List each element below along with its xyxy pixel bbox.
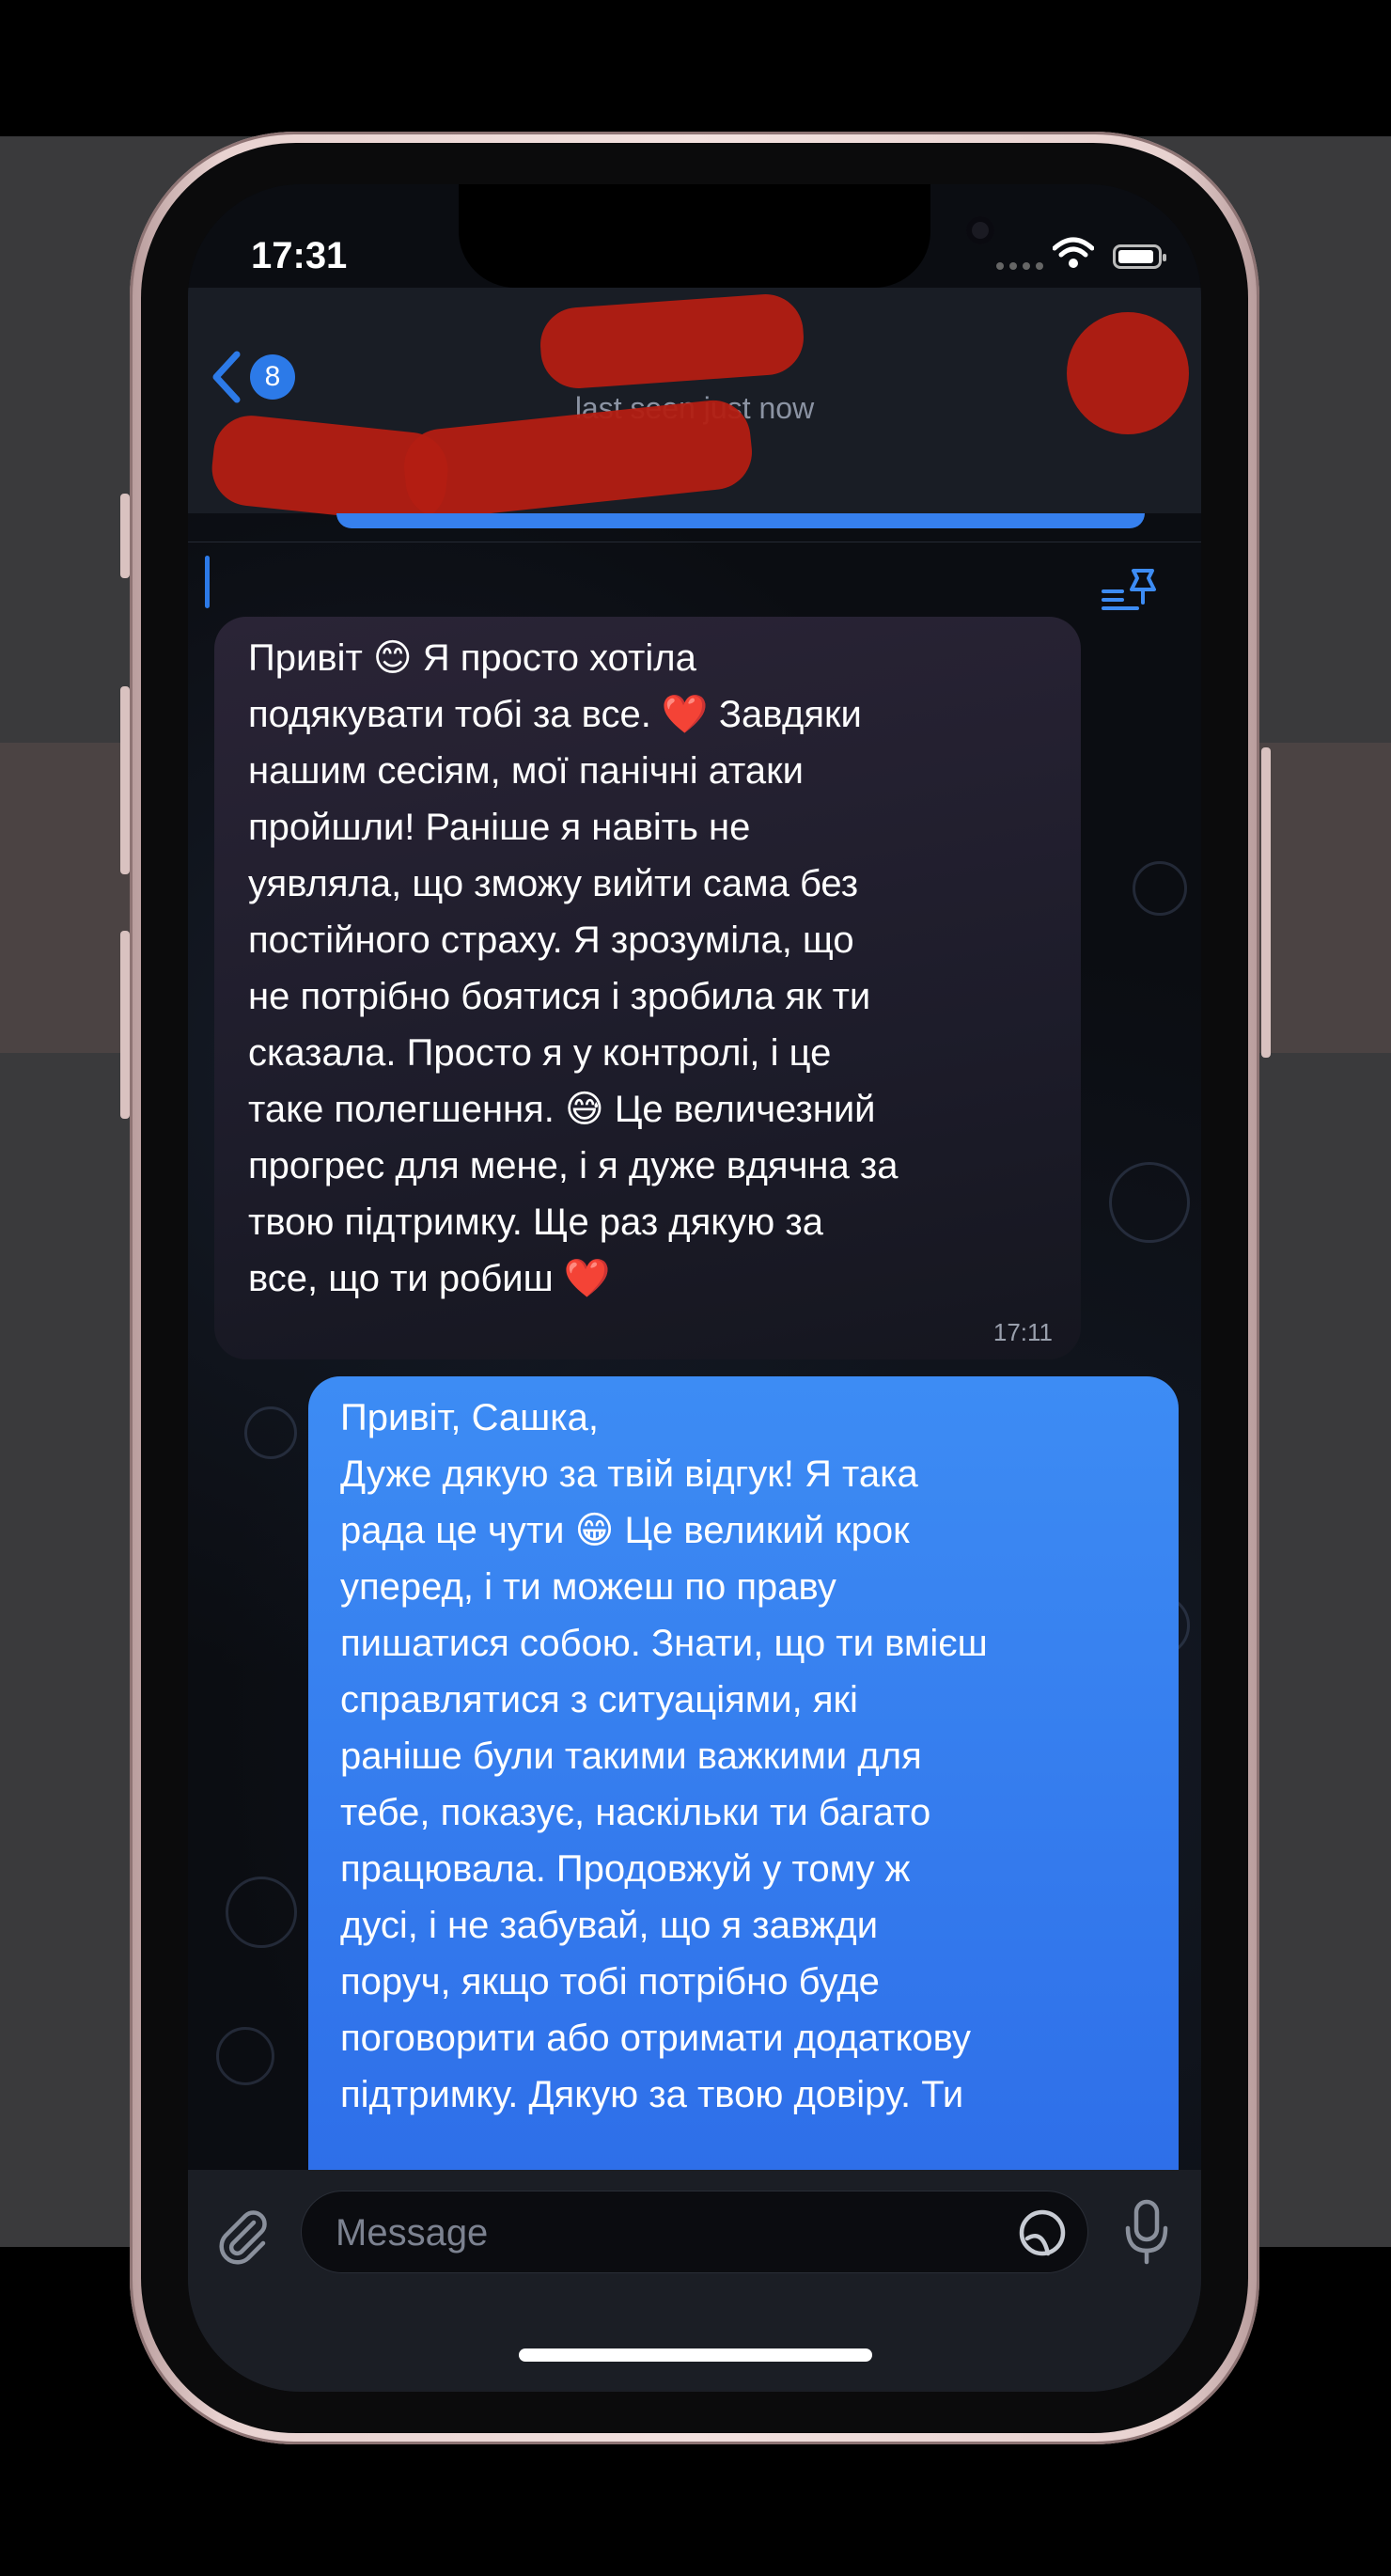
sticker-icon[interactable] (1016, 2207, 1069, 2264)
volume-down-button (120, 931, 130, 1119)
home-indicator[interactable] (519, 2348, 872, 2362)
battery-icon (1113, 244, 1166, 269)
pinned-indicator (205, 556, 210, 608)
message-input[interactable] (334, 2191, 939, 2274)
pinned-list-icon[interactable] (1100, 569, 1160, 615)
wallpaper-doodle (244, 1406, 297, 1459)
redaction-mark (1067, 312, 1189, 434)
microphone-icon[interactable] (1120, 2198, 1173, 2270)
pinned-message-bar[interactable] (188, 542, 1201, 620)
incoming-message-text: Привіт 😊 Я просто хотіла подякувати тобі… (248, 637, 899, 1299)
cellular-signal-icon (996, 258, 1049, 270)
paperclip-icon[interactable] (212, 2206, 273, 2270)
message-field[interactable] (301, 2191, 1088, 2274)
incoming-message[interactable]: Привіт 😊 Я просто хотіла подякувати тобі… (214, 617, 1081, 1359)
wallpaper-doodle (216, 2027, 274, 2085)
front-camera (966, 216, 994, 244)
wallpaper-doodle (226, 1877, 297, 1948)
previous-message-edge (336, 513, 1145, 528)
message-time: 17:11 (992, 1318, 1053, 1346)
power-button (1261, 747, 1271, 1058)
mute-switch (120, 494, 130, 578)
dynamic-notch (459, 184, 994, 288)
wallpaper-doodle (1109, 1162, 1190, 1243)
status-time: 17:31 (251, 235, 348, 276)
wifi-icon (1052, 237, 1095, 274)
phone-screen: 17:31 8 last now Привіт 😊 Я просто хотіл… (188, 184, 1201, 2392)
outgoing-message-text: Привіт, Сашка, Дуже дякую за твій відгук… (340, 1397, 988, 2115)
wallpaper-doodle (1133, 861, 1187, 916)
background-top (0, 0, 1391, 136)
outgoing-message[interactable]: Привіт, Сашка, Дуже дякую за твій відгук… (308, 1376, 1179, 2223)
battery-level (1118, 250, 1153, 263)
volume-up-button (120, 686, 130, 874)
